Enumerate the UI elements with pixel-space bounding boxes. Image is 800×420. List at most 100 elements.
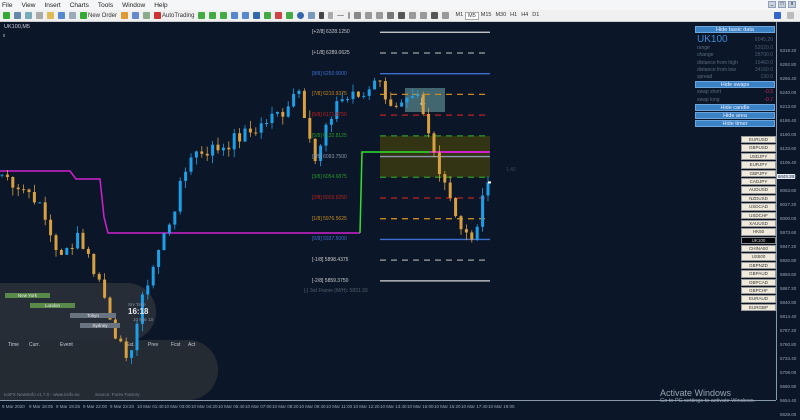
candle-body bbox=[243, 128, 247, 142]
symbol-button-gbpusd[interactable]: GBPUSD bbox=[741, 144, 776, 152]
menu-charts[interactable]: Charts bbox=[70, 2, 89, 9]
symbol-button-us500[interactable]: US500 bbox=[741, 253, 776, 261]
candle-chart-icon[interactable] bbox=[209, 12, 217, 19]
symbol-button-uk100[interactable]: UK100 bbox=[741, 236, 776, 245]
chart-shift-icon[interactable] bbox=[275, 12, 283, 19]
symbol-button-gbpnzd[interactable]: GBPNZD bbox=[741, 261, 776, 270]
candle-body bbox=[97, 274, 101, 280]
menu-insert[interactable]: Insert bbox=[44, 2, 60, 9]
hide-area-button[interactable]: Hide area bbox=[695, 112, 775, 120]
price-tick: 6266.40 bbox=[780, 76, 797, 81]
timeframe-m30[interactable]: M30 bbox=[493, 12, 508, 20]
price-tick: 5814.40 bbox=[780, 314, 797, 319]
symbol-button-usdjpy[interactable]: USDJPY bbox=[741, 152, 776, 161]
symbol-button-nzdusd[interactable]: NZDUSD bbox=[741, 194, 776, 203]
label-icon[interactable] bbox=[376, 12, 384, 19]
symbol-button-gbpjpy[interactable]: GBPJPY bbox=[741, 169, 776, 177]
timeframe-m1[interactable]: M1 bbox=[453, 12, 465, 20]
activate-subtitle: Go to PC settings to activate Windows. bbox=[660, 398, 756, 404]
bar-chart-icon[interactable] bbox=[198, 12, 206, 19]
new-chart-icon[interactable] bbox=[3, 12, 10, 19]
tester-icon[interactable] bbox=[69, 12, 76, 19]
hline-icon[interactable] bbox=[337, 15, 345, 16]
symbol-button-eurjpy[interactable]: EURJPY bbox=[741, 161, 776, 169]
symbol-button-xauusd[interactable]: XAUUSD bbox=[741, 219, 776, 228]
candle-body bbox=[200, 151, 204, 154]
timeframe-m15[interactable]: M15 bbox=[479, 12, 494, 20]
expert-icon[interactable] bbox=[121, 12, 129, 19]
new-order-button[interactable]: New Order bbox=[80, 12, 117, 19]
symbol-button-euraud[interactable]: EURAUD bbox=[741, 295, 776, 303]
symbol-button-gbpcad[interactable]: GBPCAD bbox=[741, 278, 776, 287]
zoom-out-icon[interactable] bbox=[242, 12, 250, 19]
period-separator-icon[interactable] bbox=[442, 12, 450, 19]
fibo-icon[interactable] bbox=[409, 12, 417, 19]
symbol-button-cadjpy[interactable]: CADJPY bbox=[741, 177, 776, 186]
zoom-in-icon[interactable] bbox=[231, 12, 239, 19]
search-icon[interactable] bbox=[774, 12, 781, 19]
symbol-button-audusd[interactable]: AUDUSD bbox=[741, 186, 776, 194]
hide-basic-data-button[interactable]: Hide basic data bbox=[695, 26, 775, 33]
tile-icon[interactable] bbox=[253, 12, 261, 19]
autotrading-button[interactable]: AutoTrading bbox=[154, 12, 194, 19]
signals-icon[interactable] bbox=[143, 12, 151, 19]
gann-icon[interactable] bbox=[420, 12, 428, 19]
print-icon[interactable] bbox=[132, 12, 140, 19]
minimize-button[interactable]: _ bbox=[768, 1, 776, 8]
timeframe-h4[interactable]: H4 bbox=[519, 12, 530, 20]
menu-file[interactable]: File bbox=[2, 2, 12, 9]
price-axis[interactable]: 6045.20 6319.20 6292.80 6266.40 6240.00 6213… bbox=[776, 22, 800, 417]
candle-body bbox=[281, 111, 285, 117]
price-chart[interactable]: ⇩ bbox=[0, 22, 776, 400]
close-button[interactable]: x bbox=[788, 1, 796, 8]
cursor-icon[interactable] bbox=[319, 12, 325, 19]
arrow-icon[interactable] bbox=[387, 12, 395, 19]
candle-body bbox=[162, 233, 166, 251]
timeframe-d1[interactable]: D1 bbox=[530, 12, 541, 20]
templates-icon[interactable] bbox=[308, 12, 316, 19]
folder-icon[interactable] bbox=[47, 12, 54, 19]
hide-candle-button[interactable]: Hide candle bbox=[695, 104, 775, 112]
timeframe-m5[interactable]: M5 bbox=[465, 11, 479, 20]
navigator-icon[interactable] bbox=[36, 12, 43, 19]
menu-tools[interactable]: Tools bbox=[98, 2, 113, 9]
trendline-icon[interactable] bbox=[348, 12, 351, 19]
candle-body bbox=[238, 133, 242, 142]
symbol-button-china50[interactable]: CHINA50 bbox=[741, 245, 776, 253]
price-tick: 5787.20 bbox=[780, 328, 797, 333]
shapes-icon[interactable] bbox=[431, 12, 439, 19]
price-tick: 6292.80 bbox=[780, 62, 797, 67]
menu-window[interactable]: Window bbox=[122, 2, 145, 9]
restore-button[interactable]: □ bbox=[778, 1, 786, 8]
market-watch-icon[interactable] bbox=[25, 12, 32, 19]
new-order-icon bbox=[80, 12, 87, 19]
indicators-icon[interactable] bbox=[286, 12, 294, 19]
hide-timer-button[interactable]: Hide timer bbox=[695, 120, 775, 128]
channel-icon[interactable] bbox=[354, 12, 362, 19]
symbol-button-eurgbp[interactable]: EURGBP bbox=[741, 303, 776, 312]
periods-icon[interactable] bbox=[297, 12, 305, 19]
symbol-button-usdchf[interactable]: USDCHF bbox=[741, 211, 776, 219]
crosshair-icon[interactable] bbox=[328, 12, 334, 19]
symbol-button-gbpaud[interactable]: GBPAUD bbox=[741, 270, 776, 278]
autoscroll-icon[interactable] bbox=[264, 12, 272, 19]
symbol-button-eurusd[interactable]: EURUSD bbox=[741, 136, 776, 144]
candle-body bbox=[86, 248, 90, 254]
line-chart-icon[interactable] bbox=[220, 12, 228, 19]
candle-body bbox=[329, 118, 333, 125]
menu-help[interactable]: Help bbox=[154, 2, 167, 9]
hide-swaps-button[interactable]: Hide swaps bbox=[695, 81, 775, 89]
terminal-icon[interactable] bbox=[58, 12, 65, 19]
community-icon[interactable] bbox=[787, 12, 794, 19]
profiles-icon[interactable] bbox=[14, 12, 21, 19]
text-icon[interactable] bbox=[365, 12, 373, 19]
symbol-button-hk50[interactable]: HK50 bbox=[741, 228, 776, 236]
menu-view[interactable]: View bbox=[21, 2, 35, 9]
chart-window[interactable]: UK100,M5 Time Curr. Event Est. Prev Fcst Act Ic… bbox=[0, 22, 800, 420]
symbol-button-gbpchf[interactable]: GBPCHF bbox=[741, 287, 776, 295]
rectangle-icon[interactable] bbox=[398, 12, 406, 19]
candle-body bbox=[362, 95, 366, 97]
timeframe-h1[interactable]: H1 bbox=[508, 12, 519, 20]
info-panel: Hide basic data UK100 6045.20 range 52020.… bbox=[695, 26, 775, 128]
symbol-button-usdcad[interactable]: USDCAD bbox=[741, 203, 776, 211]
